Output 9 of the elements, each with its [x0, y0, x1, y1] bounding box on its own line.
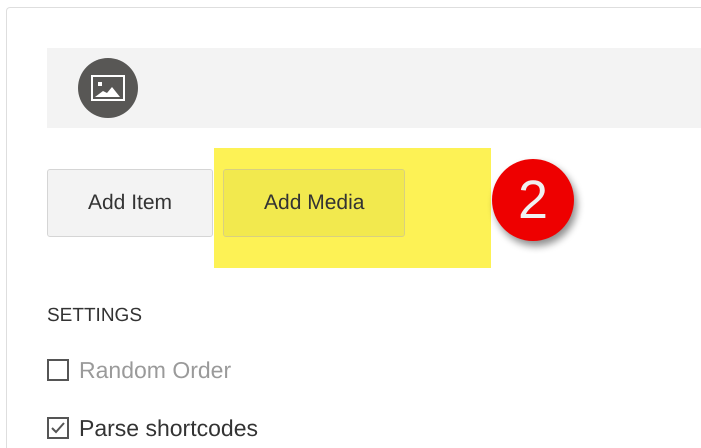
- image-icon: [78, 58, 138, 118]
- checkbox[interactable]: [47, 417, 69, 439]
- option-label: Parse shortcodes: [79, 414, 258, 443]
- settings-heading: SETTINGS: [47, 306, 144, 325]
- add-button[interactable]: Add Item: [47, 169, 214, 237]
- add-button[interactable]: Add Media: [223, 169, 406, 237]
- step-badge: 2: [492, 159, 574, 241]
- option-label: Random Order: [79, 356, 232, 385]
- check-icon: [50, 420, 66, 436]
